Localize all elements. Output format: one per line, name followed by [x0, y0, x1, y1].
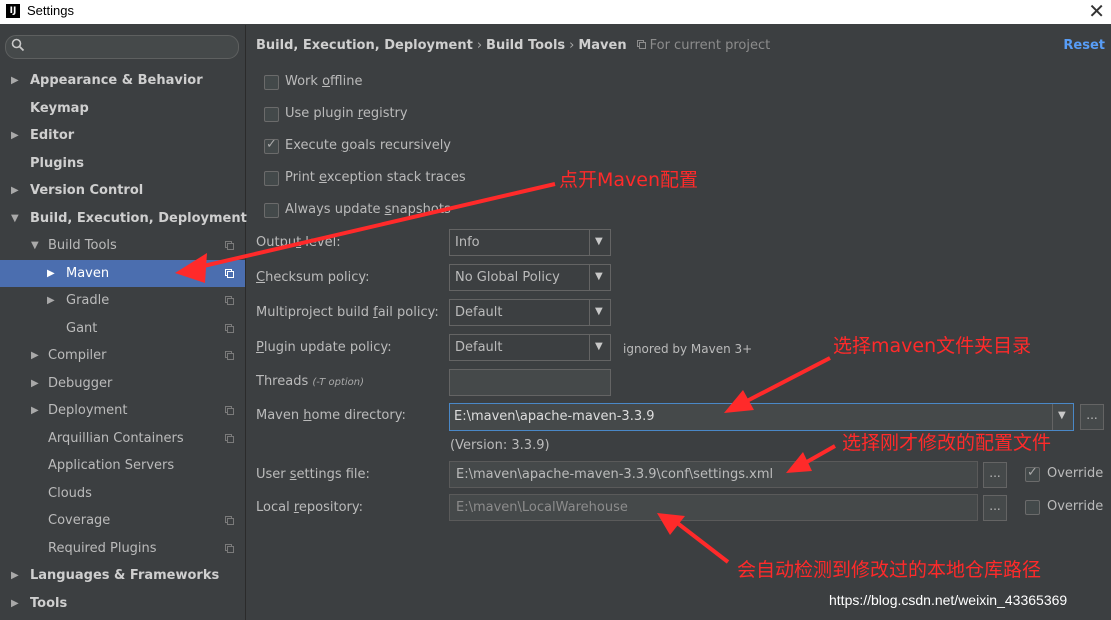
arrow-to-maven-home [744, 356, 831, 404]
arrow-to-maven [194, 182, 556, 270]
arrow-to-settings-file [804, 444, 836, 465]
watermark: https://blog.csdn.net/weixin_43365369 [829, 592, 1068, 608]
annotation-arrows [175, 182, 836, 564]
annotation-choose-settings: 选择刚才修改的配置文件 [842, 432, 1052, 454]
arrow-to-local-repo [674, 520, 730, 564]
annotation-choose-directory: 选择maven文件夹目录 [833, 335, 1032, 357]
arrowhead-icon [175, 253, 207, 283]
annotation-auto-detect: 会自动检测到修改过的本地仓库路径 [737, 559, 1042, 581]
annotation-open-maven: 点开Maven配置 [559, 169, 699, 191]
